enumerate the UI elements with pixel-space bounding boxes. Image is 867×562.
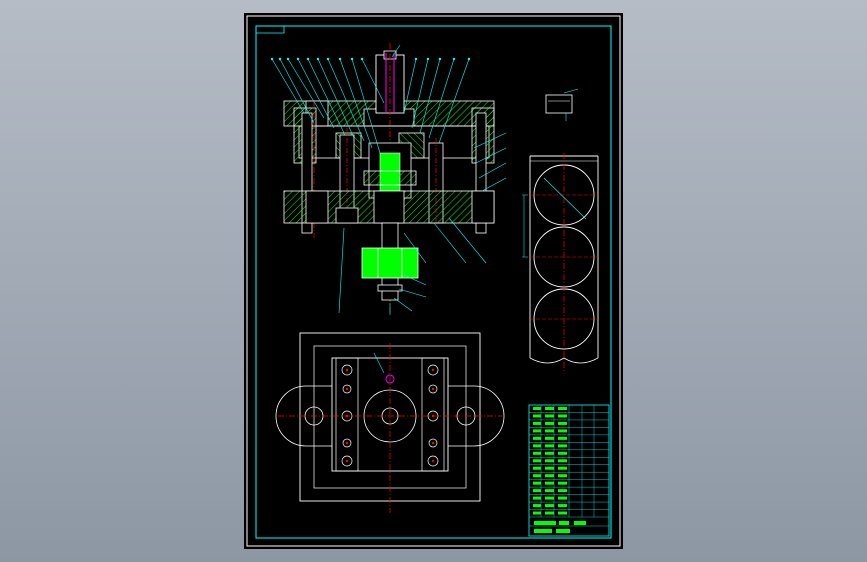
title-block-text-mark: [556, 529, 570, 533]
title-block-text-mark: [533, 459, 541, 463]
title-block-text-mark: [558, 489, 567, 493]
title-block-text-mark: [545, 414, 554, 418]
title-block-text-mark: [545, 407, 554, 410]
title-block-text-mark: [533, 504, 541, 508]
cad-viewport[interactable]: [0, 0, 867, 562]
strip-layout: [522, 153, 599, 373]
title-block-text-mark: [559, 521, 569, 525]
title-block-text-mark: [558, 481, 567, 485]
title-block-text-mark: [545, 504, 554, 508]
title-block-text-mark: [558, 451, 567, 455]
outer-frame: [246, 15, 621, 547]
title-block-text-mark: [545, 459, 554, 463]
title-block-text-mark: [545, 466, 554, 470]
title-block-text-mark: [558, 436, 567, 440]
title-block-text-mark: [558, 444, 567, 448]
title-block-text-mark: [533, 414, 541, 418]
title-block-text-mark: [534, 521, 556, 525]
title-block-text-mark: [533, 489, 541, 493]
corner-tag: [256, 26, 285, 34]
title-block-text-mark: [545, 489, 554, 493]
title-block-text-mark: [533, 436, 541, 440]
drawing-sheet: [244, 13, 623, 549]
title-block-text-mark: [533, 466, 541, 470]
title-block-text-mark: [558, 429, 567, 433]
title-block-text-mark: [558, 459, 567, 463]
drawing-canvas: [246, 15, 621, 547]
title-block-text-mark: [545, 481, 554, 485]
top-view: [275, 332, 505, 513]
title-block-text-mark: [533, 429, 541, 433]
title-block-text-mark: [533, 481, 541, 485]
title-block-text-mark: [545, 496, 554, 500]
part-detail: [545, 88, 579, 121]
title-block-text-mark: [574, 521, 586, 525]
title-block-text-mark: [558, 504, 567, 508]
title-block-text-mark: [558, 414, 567, 418]
title-block-text-mark: [545, 429, 554, 433]
title-block-text-mark: [533, 444, 541, 448]
title-block-text-mark: [558, 474, 567, 478]
title-block-text-mark: [533, 451, 541, 455]
title-block-text-mark: [558, 466, 567, 470]
title-block-text-mark: [545, 436, 554, 440]
title-block-text-mark: [533, 407, 541, 410]
title-block-text-mark: [558, 511, 567, 515]
title-block-text-mark: [533, 496, 541, 500]
title-block-text-mark: [545, 444, 554, 448]
title-block-text-mark: [558, 421, 567, 425]
title-block-text-mark: [558, 496, 567, 500]
title-block-text-mark: [534, 529, 552, 533]
title-block-text-mark: [533, 421, 541, 425]
title-block-text-mark: [545, 451, 554, 455]
title-block-text-mark: [558, 407, 567, 410]
title-block: [528, 404, 610, 537]
title-block-text-mark: [545, 421, 554, 425]
title-block-text-mark: [545, 511, 554, 515]
section-view: [270, 43, 507, 315]
title-block-text-mark: [533, 511, 541, 515]
title-block-text-mark: [545, 474, 554, 478]
title-block-text-mark: [533, 474, 541, 478]
